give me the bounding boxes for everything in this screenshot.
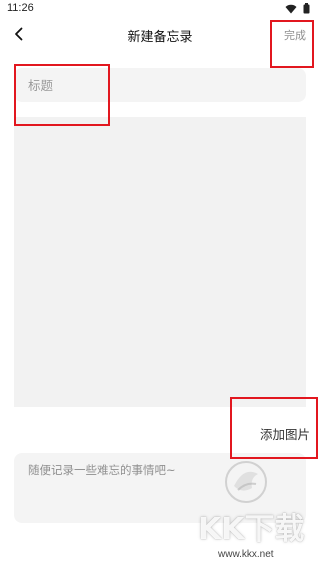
nav-bar: 新建备忘录 完成	[0, 22, 320, 48]
battery-icon	[303, 3, 310, 14]
title-input[interactable]	[28, 68, 288, 102]
page-title: 新建备忘录	[127, 30, 193, 45]
title-input-box	[14, 68, 306, 102]
watermark-logo	[222, 458, 270, 506]
status-time: 11:26	[7, 2, 34, 14]
watermark: KK下载 www.kkx.net	[196, 456, 316, 564]
wifi-icon	[285, 4, 297, 14]
done-button[interactable]: 完成	[284, 27, 306, 43]
status-icons	[285, 3, 310, 14]
watermark-text: KK下载	[198, 512, 305, 547]
watermark-url: www.kkx.net	[218, 549, 274, 560]
add-image-button[interactable]: 添加图片	[260, 424, 310, 443]
status-bar: 11:26	[0, 0, 320, 18]
image-area[interactable]	[14, 117, 306, 407]
